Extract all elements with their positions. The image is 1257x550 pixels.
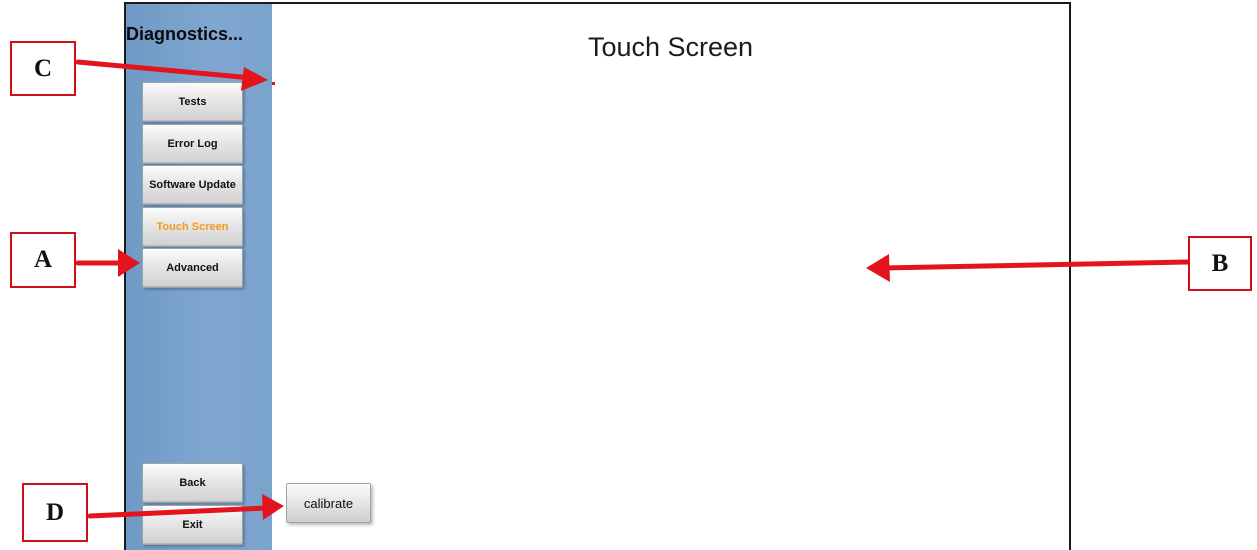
- software-update-button[interactable]: Software Update: [142, 165, 243, 205]
- calibrate-button[interactable]: calibrate: [286, 483, 371, 523]
- annotated-screenshot: Diagnostics... Tests Error Log Software …: [0, 0, 1257, 550]
- sidebar-title: Diagnostics...: [126, 24, 244, 44]
- exit-button[interactable]: Exit: [142, 505, 243, 545]
- callout-a: A: [10, 232, 76, 288]
- tests-button[interactable]: Tests: [142, 82, 243, 122]
- device-screen: Diagnostics... Tests Error Log Software …: [124, 2, 1071, 550]
- advanced-button[interactable]: Advanced: [142, 248, 243, 288]
- back-button[interactable]: Back: [142, 463, 243, 503]
- callout-c: C: [10, 41, 76, 96]
- error-log-button[interactable]: Error Log: [142, 124, 243, 164]
- touch-test-area[interactable]: [272, 74, 1069, 550]
- touch-point-marker: [272, 82, 275, 85]
- page-title: Touch Screen: [587, 32, 754, 62]
- callout-d: D: [22, 483, 88, 542]
- sidebar: Diagnostics... Tests Error Log Software …: [126, 4, 272, 550]
- touch-screen-button[interactable]: Touch Screen: [142, 207, 243, 247]
- callout-b: B: [1188, 236, 1252, 291]
